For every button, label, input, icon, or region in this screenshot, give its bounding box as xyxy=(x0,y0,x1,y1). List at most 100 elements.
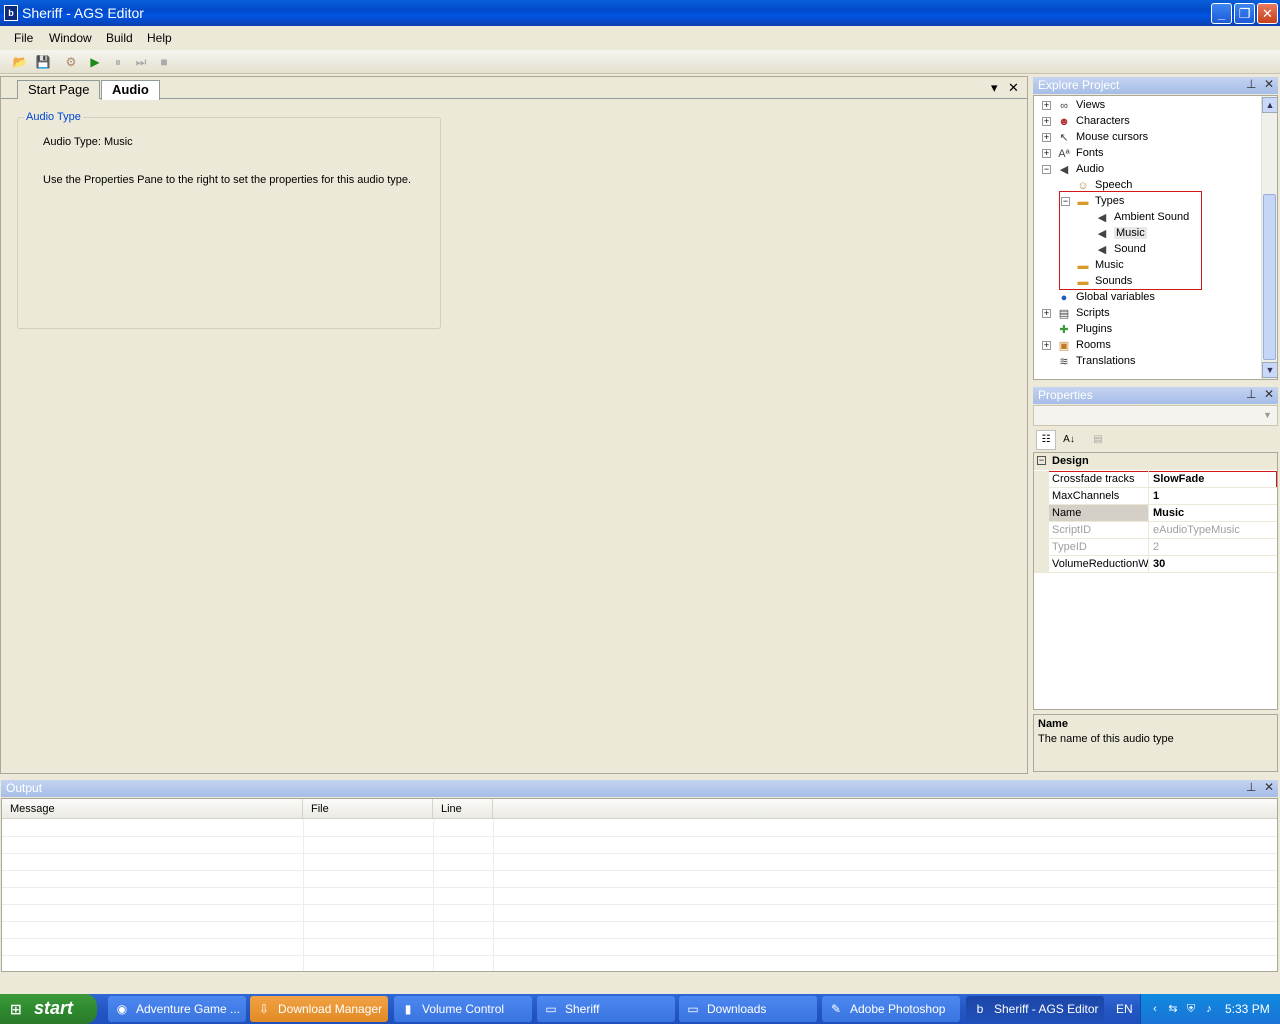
collapse-icon[interactable]: − xyxy=(1042,165,1051,174)
prop-row-typeid[interactable]: TypeID 2 xyxy=(1034,539,1277,556)
scroll-thumb[interactable] xyxy=(1263,194,1276,360)
group-title: Audio Type xyxy=(24,111,83,123)
tree-item[interactable]: + ▤ Scripts xyxy=(1042,306,1242,322)
build-icon[interactable]: ⚙ xyxy=(62,53,80,71)
menu-help[interactable]: Help xyxy=(147,31,172,45)
expand-icon[interactable]: + xyxy=(1042,117,1051,126)
properties-title: Properties xyxy=(1038,388,1093,402)
prop-row-crossfade[interactable]: Crossfade tracks SlowFade xyxy=(1034,471,1277,488)
tree-item-label: Speech xyxy=(1095,179,1133,191)
close-icon[interactable]: ✕ xyxy=(1264,387,1274,401)
properties-header: Properties ⊥ ✕ xyxy=(1033,387,1278,404)
tree-item[interactable]: + ↖ Mouse cursors xyxy=(1042,130,1242,146)
tree-item[interactable]: − ◀ Audio xyxy=(1042,162,1242,178)
description-title: Name xyxy=(1038,718,1068,730)
close-icon[interactable]: ✕ xyxy=(1264,77,1274,91)
chevron-down-icon[interactable]: ▼ xyxy=(1260,408,1275,423)
task-ags-editor[interactable]: b Sheriff - AGS Editor xyxy=(966,996,1104,1022)
prop-value[interactable]: SlowFade xyxy=(1149,471,1277,488)
close-button[interactable]: ✕ xyxy=(1257,3,1278,24)
run-icon[interactable]: ▶ xyxy=(86,53,104,71)
column-message[interactable]: Message xyxy=(2,799,303,819)
task-volume-control[interactable]: ▮ Volume Control xyxy=(394,996,532,1022)
prop-value[interactable]: Music xyxy=(1149,505,1277,522)
expand-icon[interactable]: + xyxy=(1042,309,1051,318)
tree-item[interactable]: + ▣ Rooms xyxy=(1042,338,1242,354)
column-line[interactable]: Line xyxy=(433,799,493,819)
characters-icon: ☻ xyxy=(1058,116,1070,128)
clock[interactable]: 5:33 PM xyxy=(1225,1002,1270,1016)
network-icon[interactable]: ⇆ xyxy=(1165,1001,1181,1017)
collapse-icon[interactable]: − xyxy=(1037,456,1046,465)
start-button[interactable]: ⊞ start xyxy=(0,994,97,1024)
tree-item-label: Characters xyxy=(1076,115,1130,127)
expand-icon[interactable]: + xyxy=(1042,101,1051,110)
menu-file[interactable]: File xyxy=(14,31,33,45)
menu-bar: File Window Build Help xyxy=(0,26,1280,50)
prop-value[interactable]: 30 xyxy=(1149,556,1277,573)
category-design[interactable]: − Design xyxy=(1034,453,1277,470)
task-downloads-folder[interactable]: ▭ Downloads xyxy=(679,996,817,1022)
tree-item[interactable]: + ∞ Views xyxy=(1042,98,1242,114)
tree-item-label: Translations xyxy=(1076,355,1136,367)
project-tree: + ∞ Views + ☻ Characters + ↖ Mouse cursors + Aª Fon… xyxy=(1033,95,1278,380)
expand-icon[interactable]: + xyxy=(1042,133,1051,142)
document-tabs: Start Page Audio ▾ ✕ xyxy=(1,77,1027,100)
task-adventure-game[interactable]: ◉ Adventure Game ... xyxy=(108,996,246,1022)
pin-icon[interactable]: ⊥ xyxy=(1246,780,1256,794)
translation-icon: ≋ xyxy=(1059,356,1069,368)
title-bar: b Sheriff - AGS Editor _ ❐ ✕ xyxy=(0,0,1280,26)
prop-row-scriptid[interactable]: ScriptID eAudioTypeMusic xyxy=(1034,522,1277,539)
prop-value[interactable]: 1 xyxy=(1149,488,1277,505)
save-icon[interactable]: 💾 xyxy=(34,53,52,71)
properties-toolbar: ☷ A↓ ▤ xyxy=(1033,427,1278,451)
security-icon[interactable]: ⛨ xyxy=(1183,1001,1199,1017)
scroll-down-icon[interactable]: ▼ xyxy=(1262,362,1277,378)
tree-item-label: Rooms xyxy=(1076,339,1111,351)
highlight-box xyxy=(1059,191,1202,290)
property-pages-icon[interactable]: ▤ xyxy=(1088,430,1108,450)
categorized-icon[interactable]: ☷ xyxy=(1036,430,1056,450)
expand-icon[interactable]: + xyxy=(1042,149,1051,158)
close-icon[interactable]: ✕ xyxy=(1264,780,1274,794)
prop-row-volumereduction[interactable]: VolumeReductionWh 30 xyxy=(1034,556,1277,573)
prop-name: Crossfade tracks xyxy=(1049,471,1149,488)
menu-build[interactable]: Build xyxy=(106,31,133,45)
sort-az-icon[interactable]: A↓ xyxy=(1059,430,1079,450)
task-sheriff-folder[interactable]: ▭ Sheriff xyxy=(537,996,675,1022)
menu-window[interactable]: Window xyxy=(49,31,92,45)
ags-icon[interactable]: b xyxy=(4,5,18,21)
speaker-icon[interactable]: ♪ xyxy=(1201,1001,1217,1017)
tab-audio[interactable]: Audio xyxy=(101,80,160,100)
tree-item[interactable]: ✚ Plugins xyxy=(1042,322,1242,338)
close-icon[interactable]: ✕ xyxy=(1008,80,1019,96)
prop-row-name[interactable]: Name Music xyxy=(1034,505,1277,522)
tree-scrollbar[interactable]: ▲ ▼ xyxy=(1261,96,1277,379)
minimize-button[interactable]: _ xyxy=(1211,3,1232,24)
object-selector[interactable]: ▼ xyxy=(1033,405,1278,426)
output-title: Output xyxy=(6,781,43,795)
step-icon[interactable]: ⏭ xyxy=(132,53,150,71)
pin-icon[interactable]: ⊥ xyxy=(1246,387,1256,401)
tree-item[interactable]: + Aª Fonts xyxy=(1042,146,1242,162)
language-indicator[interactable]: EN xyxy=(1116,1002,1133,1016)
open-icon[interactable]: 📂 xyxy=(11,53,29,71)
property-description: Name The name of this audio type xyxy=(1033,714,1278,772)
tree-item[interactable]: ● Global variables xyxy=(1042,290,1242,306)
tree-item[interactable]: ≋ Translations xyxy=(1042,354,1242,370)
restore-button[interactable]: ❐ xyxy=(1234,3,1255,24)
chevron-down-icon[interactable]: ▾ xyxy=(991,80,998,96)
pin-icon[interactable]: ⊥ xyxy=(1246,77,1256,91)
tree-item[interactable]: + ☻ Characters xyxy=(1042,114,1242,130)
property-grid: − Design Crossfade tracks SlowFade MaxCh… xyxy=(1033,452,1278,710)
tab-start-page[interactable]: Start Page xyxy=(17,80,101,99)
chevron-left-icon[interactable]: ‹ xyxy=(1147,1001,1163,1017)
task-download-manager[interactable]: ⇩ Download Manager xyxy=(250,996,388,1022)
prop-row-maxchannels[interactable]: MaxChannels 1 xyxy=(1034,488,1277,505)
scroll-up-icon[interactable]: ▲ xyxy=(1262,97,1277,113)
pause-icon[interactable]: ⏸ xyxy=(109,53,127,71)
task-photoshop[interactable]: ✎ Adobe Photoshop xyxy=(822,996,960,1022)
stop-icon[interactable]: ■ xyxy=(155,53,173,71)
column-file[interactable]: File xyxy=(303,799,433,819)
expand-icon[interactable]: + xyxy=(1042,341,1051,350)
